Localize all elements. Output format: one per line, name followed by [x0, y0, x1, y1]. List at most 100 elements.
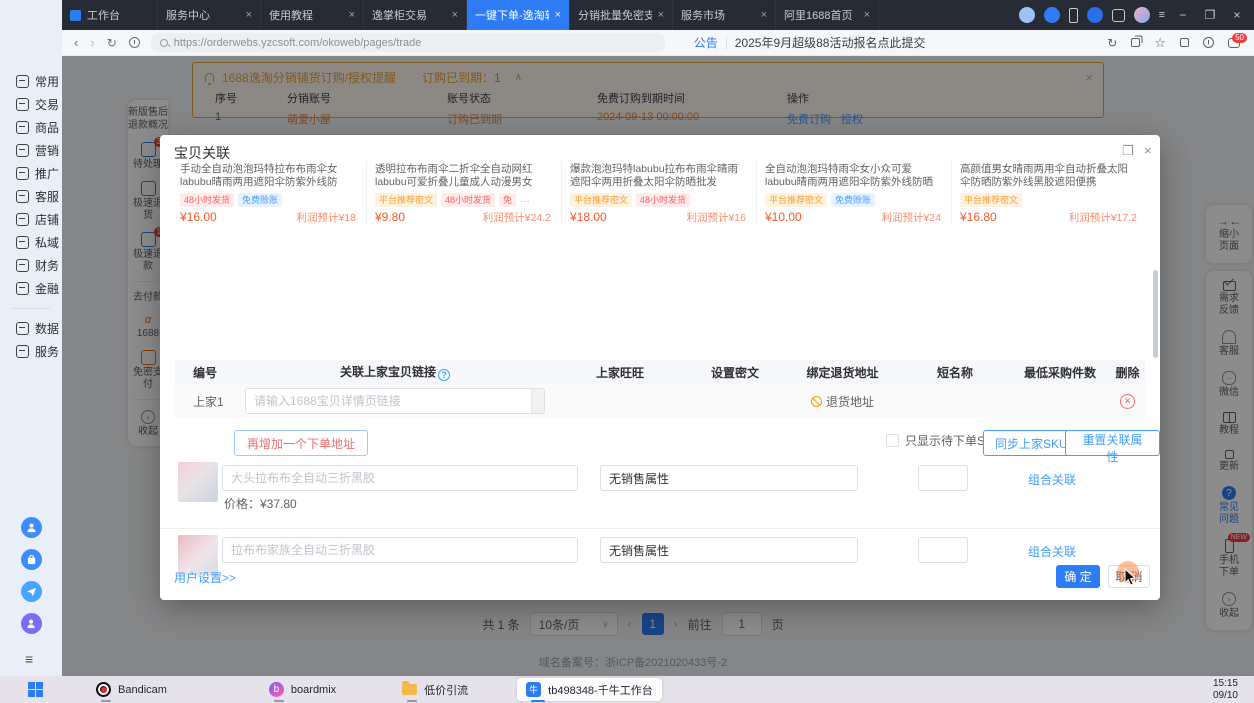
- product-card[interactable]: 全自动泡泡玛特雨伞女小众可爱labubu晴雨两用遮阳伞防紫外线防晒 平台推荐密文…: [757, 161, 952, 225]
- delete-row-icon[interactable]: ✕: [1120, 394, 1135, 409]
- running-indicator: [531, 700, 545, 702]
- help-icon[interactable]: ?: [438, 369, 450, 381]
- sidebar-item-label: 推广: [35, 165, 59, 182]
- tab-close-icon[interactable]: ×: [761, 9, 767, 21]
- modal-maximize-icon[interactable]: ❐: [1122, 143, 1134, 159]
- tab-tutorial[interactable]: 使用教程×: [261, 0, 364, 30]
- address-bar[interactable]: https://orderwebs.yzcsoft.com/okoweb/pag…: [150, 33, 666, 52]
- window-close-button[interactable]: ×: [1228, 8, 1246, 22]
- shop-app-icon[interactable]: [21, 549, 42, 570]
- sidebar-item-trade[interactable]: 交易: [0, 93, 62, 116]
- tab-workbench[interactable]: 工作台: [62, 0, 158, 30]
- taskbar-item-bandicam[interactable]: Bandicam: [87, 678, 176, 701]
- sidebar-item-promotion[interactable]: 推广: [0, 162, 62, 185]
- sku-name-input[interactable]: [222, 537, 578, 563]
- announcement-text[interactable]: 2025年9月超级88活动报名点此提交: [735, 34, 926, 51]
- link-input-suffix[interactable]: [531, 389, 544, 413]
- toolbar-icons: ↻ ☆ 50: [1107, 35, 1254, 51]
- tab-yzg-trade[interactable]: 逸掌柜交易×: [364, 0, 467, 30]
- product-card[interactable]: 高颜值男女晴雨两用伞自动折叠太阳伞防晒防紫外线黑胶遮阳便携 平台推荐密文 ¥16…: [952, 161, 1147, 225]
- app-center-icon[interactable]: [1087, 7, 1103, 23]
- tab-close-icon[interactable]: ×: [555, 9, 561, 21]
- sidebar-item-shop[interactable]: 店铺: [0, 208, 62, 231]
- history-icon[interactable]: [129, 37, 140, 48]
- taskbar-clock[interactable]: 15:15 09/10: [1213, 678, 1238, 702]
- multi-window-icon[interactable]: [1131, 38, 1140, 47]
- user-avatar[interactable]: [1134, 7, 1150, 23]
- window-minimize-button[interactable]: −: [1174, 8, 1192, 22]
- window-restore-button[interactable]: ❐: [1201, 8, 1219, 22]
- tab-close-icon[interactable]: ×: [658, 9, 664, 21]
- tab-one-click-order-active[interactable]: 一键下单-逸淘软件×: [467, 0, 570, 30]
- tab-service-center[interactable]: 服务中心×: [158, 0, 261, 30]
- menu-collapse-icon[interactable]: ≡: [25, 651, 33, 667]
- product-card[interactable]: 透明拉布布雨伞二折伞全自动网红labubu可爱折叠儿童成人动漫男女 平台推荐密文…: [367, 161, 562, 225]
- taskbar-item-boardmix[interactable]: b boardmix: [260, 678, 345, 701]
- tag-credit: 免费赊账: [238, 193, 282, 207]
- reload-icon[interactable]: ↻: [107, 36, 117, 50]
- person-icon: [26, 522, 37, 533]
- account-app-icon[interactable]: [21, 613, 42, 634]
- sku-name-input[interactable]: [222, 465, 578, 491]
- tab-service-market[interactable]: 服务市场×: [673, 0, 776, 30]
- tab-batch-pay[interactable]: 分销批量免密支付×: [570, 0, 673, 30]
- refresh-icon[interactable]: ↻: [1107, 36, 1117, 50]
- sku-qty-input[interactable]: [918, 537, 968, 563]
- start-button[interactable]: [28, 682, 43, 697]
- tab-close-icon[interactable]: ×: [864, 9, 870, 21]
- message-badge: 50: [1232, 33, 1247, 43]
- combo-association-link[interactable]: 组合关联: [1028, 471, 1076, 488]
- running-indicator: [407, 700, 417, 702]
- sidebar-item-label: 交易: [35, 96, 59, 113]
- clock-icon[interactable]: [1203, 37, 1214, 48]
- sidebar-item-services[interactable]: 服务: [0, 340, 62, 363]
- modal-close-icon[interactable]: ×: [1144, 143, 1152, 158]
- sidebar-item-data[interactable]: 数据: [0, 317, 62, 340]
- return-address-link[interactable]: 退货地址: [811, 393, 874, 410]
- sidebar-item-private[interactable]: 私域: [0, 231, 62, 254]
- browser-assistant-icon[interactable]: [1044, 7, 1060, 23]
- message-icon[interactable]: 50: [1228, 38, 1240, 48]
- sku-qty-input[interactable]: [918, 465, 968, 491]
- tab-close-icon[interactable]: ×: [452, 9, 458, 21]
- more-menu-icon[interactable]: ≡: [1159, 9, 1165, 21]
- tab-1688-home[interactable]: 阿里1688首页×: [776, 0, 879, 30]
- back-icon[interactable]: ‹: [74, 35, 78, 50]
- tab-close-icon[interactable]: ×: [349, 9, 355, 21]
- forward-icon[interactable]: ›: [90, 35, 94, 50]
- phone-mirror-icon[interactable]: [1069, 8, 1078, 23]
- page-icon[interactable]: [1180, 38, 1189, 47]
- modal-scrollbar-thumb[interactable]: [1153, 270, 1158, 358]
- combo-association-link[interactable]: 组合关联: [1028, 543, 1076, 560]
- add-address-button[interactable]: 再增加一个下单地址: [234, 430, 368, 456]
- taskbar-item-folder[interactable]: 低价引流: [393, 678, 477, 701]
- reset-association-button[interactable]: 重置关联属性: [1065, 430, 1160, 456]
- confirm-button[interactable]: 确 定: [1056, 565, 1100, 588]
- only-pending-checkbox[interactable]: [886, 434, 899, 447]
- notes-icon[interactable]: [1112, 9, 1125, 22]
- messenger-app-icon[interactable]: [21, 581, 42, 602]
- header-return-address: 绑定退货地址: [785, 364, 900, 381]
- paper-plane-icon: [26, 586, 37, 597]
- assistant-app-icon[interactable]: [21, 517, 42, 538]
- sidebar-item-goods[interactable]: 商品: [0, 116, 62, 139]
- product-card[interactable]: 爆款泡泡玛特labubu拉布布雨伞晴雨遮阳伞两用折叠太阳伞防晒批发 平台推荐密文…: [562, 161, 757, 225]
- favorite-star-icon[interactable]: ☆: [1154, 35, 1166, 51]
- modal-title: 宝贝关联: [174, 143, 230, 163]
- taskbar-item-qianniu-active[interactable]: 牛 tb498348-千牛工作台: [517, 678, 662, 701]
- announcement[interactable]: 公告 2025年9月超级88活动报名点此提交: [694, 34, 926, 51]
- user-settings-link[interactable]: 用户设置>>: [174, 569, 236, 586]
- sku-attr-input[interactable]: [600, 465, 858, 491]
- sidebar-item-service[interactable]: 客服: [0, 185, 62, 208]
- sidebar-item-marketing[interactable]: 营销: [0, 139, 62, 162]
- product-profit: 利润预计¥24.2: [483, 210, 551, 225]
- sku-attr-input[interactable]: [600, 537, 858, 563]
- tab-close-icon[interactable]: ×: [246, 9, 252, 21]
- supplier-link-input[interactable]: [246, 389, 531, 413]
- sidebar-item-common[interactable]: 常用: [0, 70, 62, 93]
- product-card[interactable]: 手动全自动泡泡玛特拉布布雨伞女labubu晴雨两用遮阳伞防紫外线防 48小时发货…: [172, 161, 367, 225]
- plugin-icon[interactable]: [1019, 7, 1035, 23]
- sidebar-item-finance[interactable]: 财务: [0, 254, 62, 277]
- sidebar-item-fintech[interactable]: 金融: [0, 277, 62, 300]
- product-profit: 利润预计¥24: [881, 210, 941, 225]
